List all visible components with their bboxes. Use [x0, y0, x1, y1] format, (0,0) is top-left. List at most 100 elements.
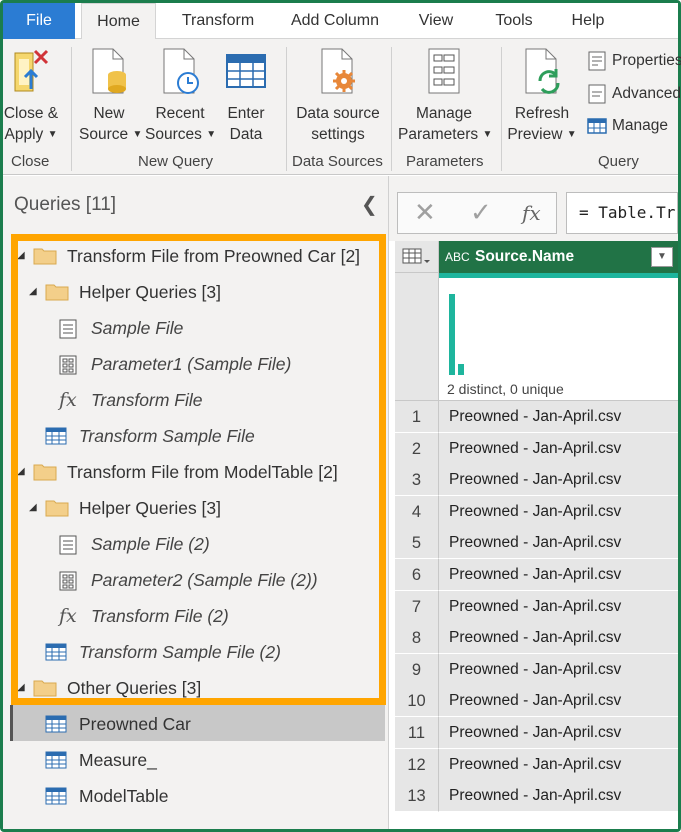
tab-home[interactable]: Home [81, 3, 156, 40]
row-number[interactable]: 7 [395, 590, 439, 623]
table-icon [45, 715, 67, 733]
data-source-settings-button[interactable]: Data source settings [293, 45, 383, 145]
row-number[interactable]: 3 [395, 464, 439, 497]
table-cell[interactable]: Preowned - Jan-April.csv [439, 464, 678, 497]
table-row[interactable]: 5 Preowned - Jan-April.csv [395, 527, 678, 560]
new-source-label-2: Source ▼ [79, 126, 143, 143]
cancel-icon[interactable]: ✕ [414, 197, 436, 228]
row-number[interactable]: 11 [395, 717, 439, 749]
table-cell[interactable]: Preowned - Jan-April.csv [439, 717, 678, 749]
recent-sources-button[interactable]: Recent Sources ▼ [145, 45, 216, 145]
row-number[interactable]: 2 [395, 432, 439, 465]
data-source-settings-label-1: Data source [296, 105, 380, 122]
row-number[interactable]: 6 [395, 559, 439, 591]
enter-data-button[interactable]: Enter Data [221, 45, 271, 145]
tab-view[interactable]: View [411, 3, 461, 39]
separator [501, 47, 502, 171]
refresh-preview-label-1: Refresh [514, 105, 570, 122]
table-row[interactable]: 10 Preowned - Jan-April.csv [395, 685, 678, 718]
row-number[interactable]: 1 [395, 401, 439, 433]
tab-help[interactable]: Help [565, 3, 611, 39]
query-modeltable[interactable]: ModelTable [3, 778, 383, 814]
table-row[interactable]: 1 Preowned - Jan-April.csv [395, 401, 678, 433]
table-row[interactable]: 9 Preowned - Jan-April.csv [395, 653, 678, 686]
group-label-data-sources: Data Sources [292, 153, 383, 170]
manage-parameters-button[interactable]: Manage Parameters ▼ [398, 45, 492, 145]
row-number[interactable]: 5 [395, 527, 439, 560]
table-cell[interactable]: Preowned - Jan-April.csv [439, 527, 678, 560]
data-source-settings-icon [321, 48, 355, 94]
enter-data-label-1: Enter [227, 105, 265, 122]
table-cell[interactable]: Preowned - Jan-April.csv [439, 590, 678, 623]
manage-button[interactable]: Manage [586, 114, 668, 138]
advanced-editor-button[interactable]: Advanced [586, 82, 681, 106]
close-apply-label-2: Apply ▼ [4, 126, 58, 143]
table-icon [45, 787, 67, 805]
collapse-pane-icon[interactable]: ❮ [361, 192, 378, 217]
table-cell[interactable]: Preowned - Jan-April.csv [439, 780, 678, 813]
formula-input[interactable]: = Table.Tr [566, 192, 678, 234]
properties-button[interactable]: Properties [586, 49, 681, 73]
table-row[interactable]: 12 Preowned - Jan-April.csv [395, 748, 678, 781]
table-cell[interactable]: Preowned - Jan-April.csv [439, 401, 678, 433]
recent-sources-icon [163, 48, 199, 94]
column-header-source-name[interactable]: ABC Source.Name ▼ [439, 241, 678, 273]
table-cell[interactable]: Preowned - Jan-April.csv [439, 495, 678, 528]
table-row[interactable]: 8 Preowned - Jan-April.csv [395, 622, 678, 655]
manage-parameters-icon [428, 48, 460, 94]
query-label: Preowned Car [79, 714, 191, 734]
fx-icon[interactable]: fx [522, 201, 541, 225]
new-source-label-1: New [93, 105, 125, 122]
commit-icon[interactable]: ✓ [470, 197, 492, 228]
tab-transform[interactable]: Transform [168, 3, 268, 39]
distribution-bar[interactable] [458, 364, 464, 375]
group-label-close: Close [11, 153, 50, 170]
row-number[interactable]: 12 [395, 748, 439, 781]
close-apply-icon [14, 49, 49, 92]
highlight-box [11, 234, 386, 705]
distribution-bar[interactable] [449, 294, 455, 375]
tab-tools[interactable]: Tools [487, 3, 541, 39]
table-row[interactable]: 11 Preowned - Jan-April.csv [395, 717, 678, 749]
new-source-button[interactable]: New Source ▼ [79, 45, 143, 145]
table-cell[interactable]: Preowned - Jan-April.csv [439, 685, 678, 718]
table-cell[interactable]: Preowned - Jan-April.csv [439, 622, 678, 655]
table-icon [45, 751, 67, 769]
refresh-preview-label-2: Preview ▼ [507, 126, 577, 143]
group-label-parameters: Parameters [406, 153, 484, 170]
table-row[interactable]: 6 Preowned - Jan-April.csv [395, 559, 678, 591]
row-number[interactable]: 8 [395, 622, 439, 655]
row-number[interactable]: 10 [395, 685, 439, 718]
table-row[interactable]: 7 Preowned - Jan-April.csv [395, 590, 678, 623]
tab-add-column[interactable]: Add Column [283, 3, 387, 39]
table-row[interactable]: 2 Preowned - Jan-April.csv [395, 432, 678, 465]
tab-file[interactable]: File [3, 3, 75, 39]
profile-row-header [395, 273, 439, 401]
recent-sources-label-1: Recent [155, 105, 205, 122]
group-label-new-query: New Query [138, 153, 214, 170]
properties-label: Properties [612, 52, 681, 69]
manage-parameters-label-1: Manage [415, 105, 472, 122]
text-type-icon[interactable]: ABC [445, 241, 470, 273]
table-cell[interactable]: Preowned - Jan-April.csv [439, 748, 678, 781]
row-number[interactable]: 13 [395, 780, 439, 813]
query-measure[interactable]: Measure_ [3, 742, 383, 778]
table-menu-button[interactable] [395, 241, 439, 273]
row-number[interactable]: 9 [395, 653, 439, 686]
row-number[interactable]: 4 [395, 495, 439, 528]
table-cell[interactable]: Preowned - Jan-April.csv [439, 559, 678, 591]
table-row[interactable]: 13 Preowned - Jan-April.csv [395, 780, 678, 813]
column-filter-dropdown-icon[interactable]: ▼ [651, 247, 673, 267]
query-label: Measure_ [79, 750, 157, 770]
column-name: Source.Name [475, 248, 575, 265]
refresh-preview-button[interactable]: Refresh Preview ▼ [507, 45, 577, 145]
table-row[interactable]: 3 Preowned - Jan-April.csv [395, 464, 678, 497]
query-preowned-car[interactable]: Preowned Car [3, 706, 383, 742]
table-row[interactable]: 4 Preowned - Jan-April.csv [395, 495, 678, 528]
data-grid: ABC Source.Name ▼ 2 distinct, 0 unique 1… [389, 241, 678, 829]
table-cell[interactable]: Preowned - Jan-April.csv [439, 432, 678, 465]
table-cell[interactable]: Preowned - Jan-April.csv [439, 653, 678, 686]
close-apply-button[interactable]: Close & Apply ▼ [1, 45, 61, 145]
properties-icon [588, 51, 606, 71]
new-source-icon [92, 48, 126, 94]
